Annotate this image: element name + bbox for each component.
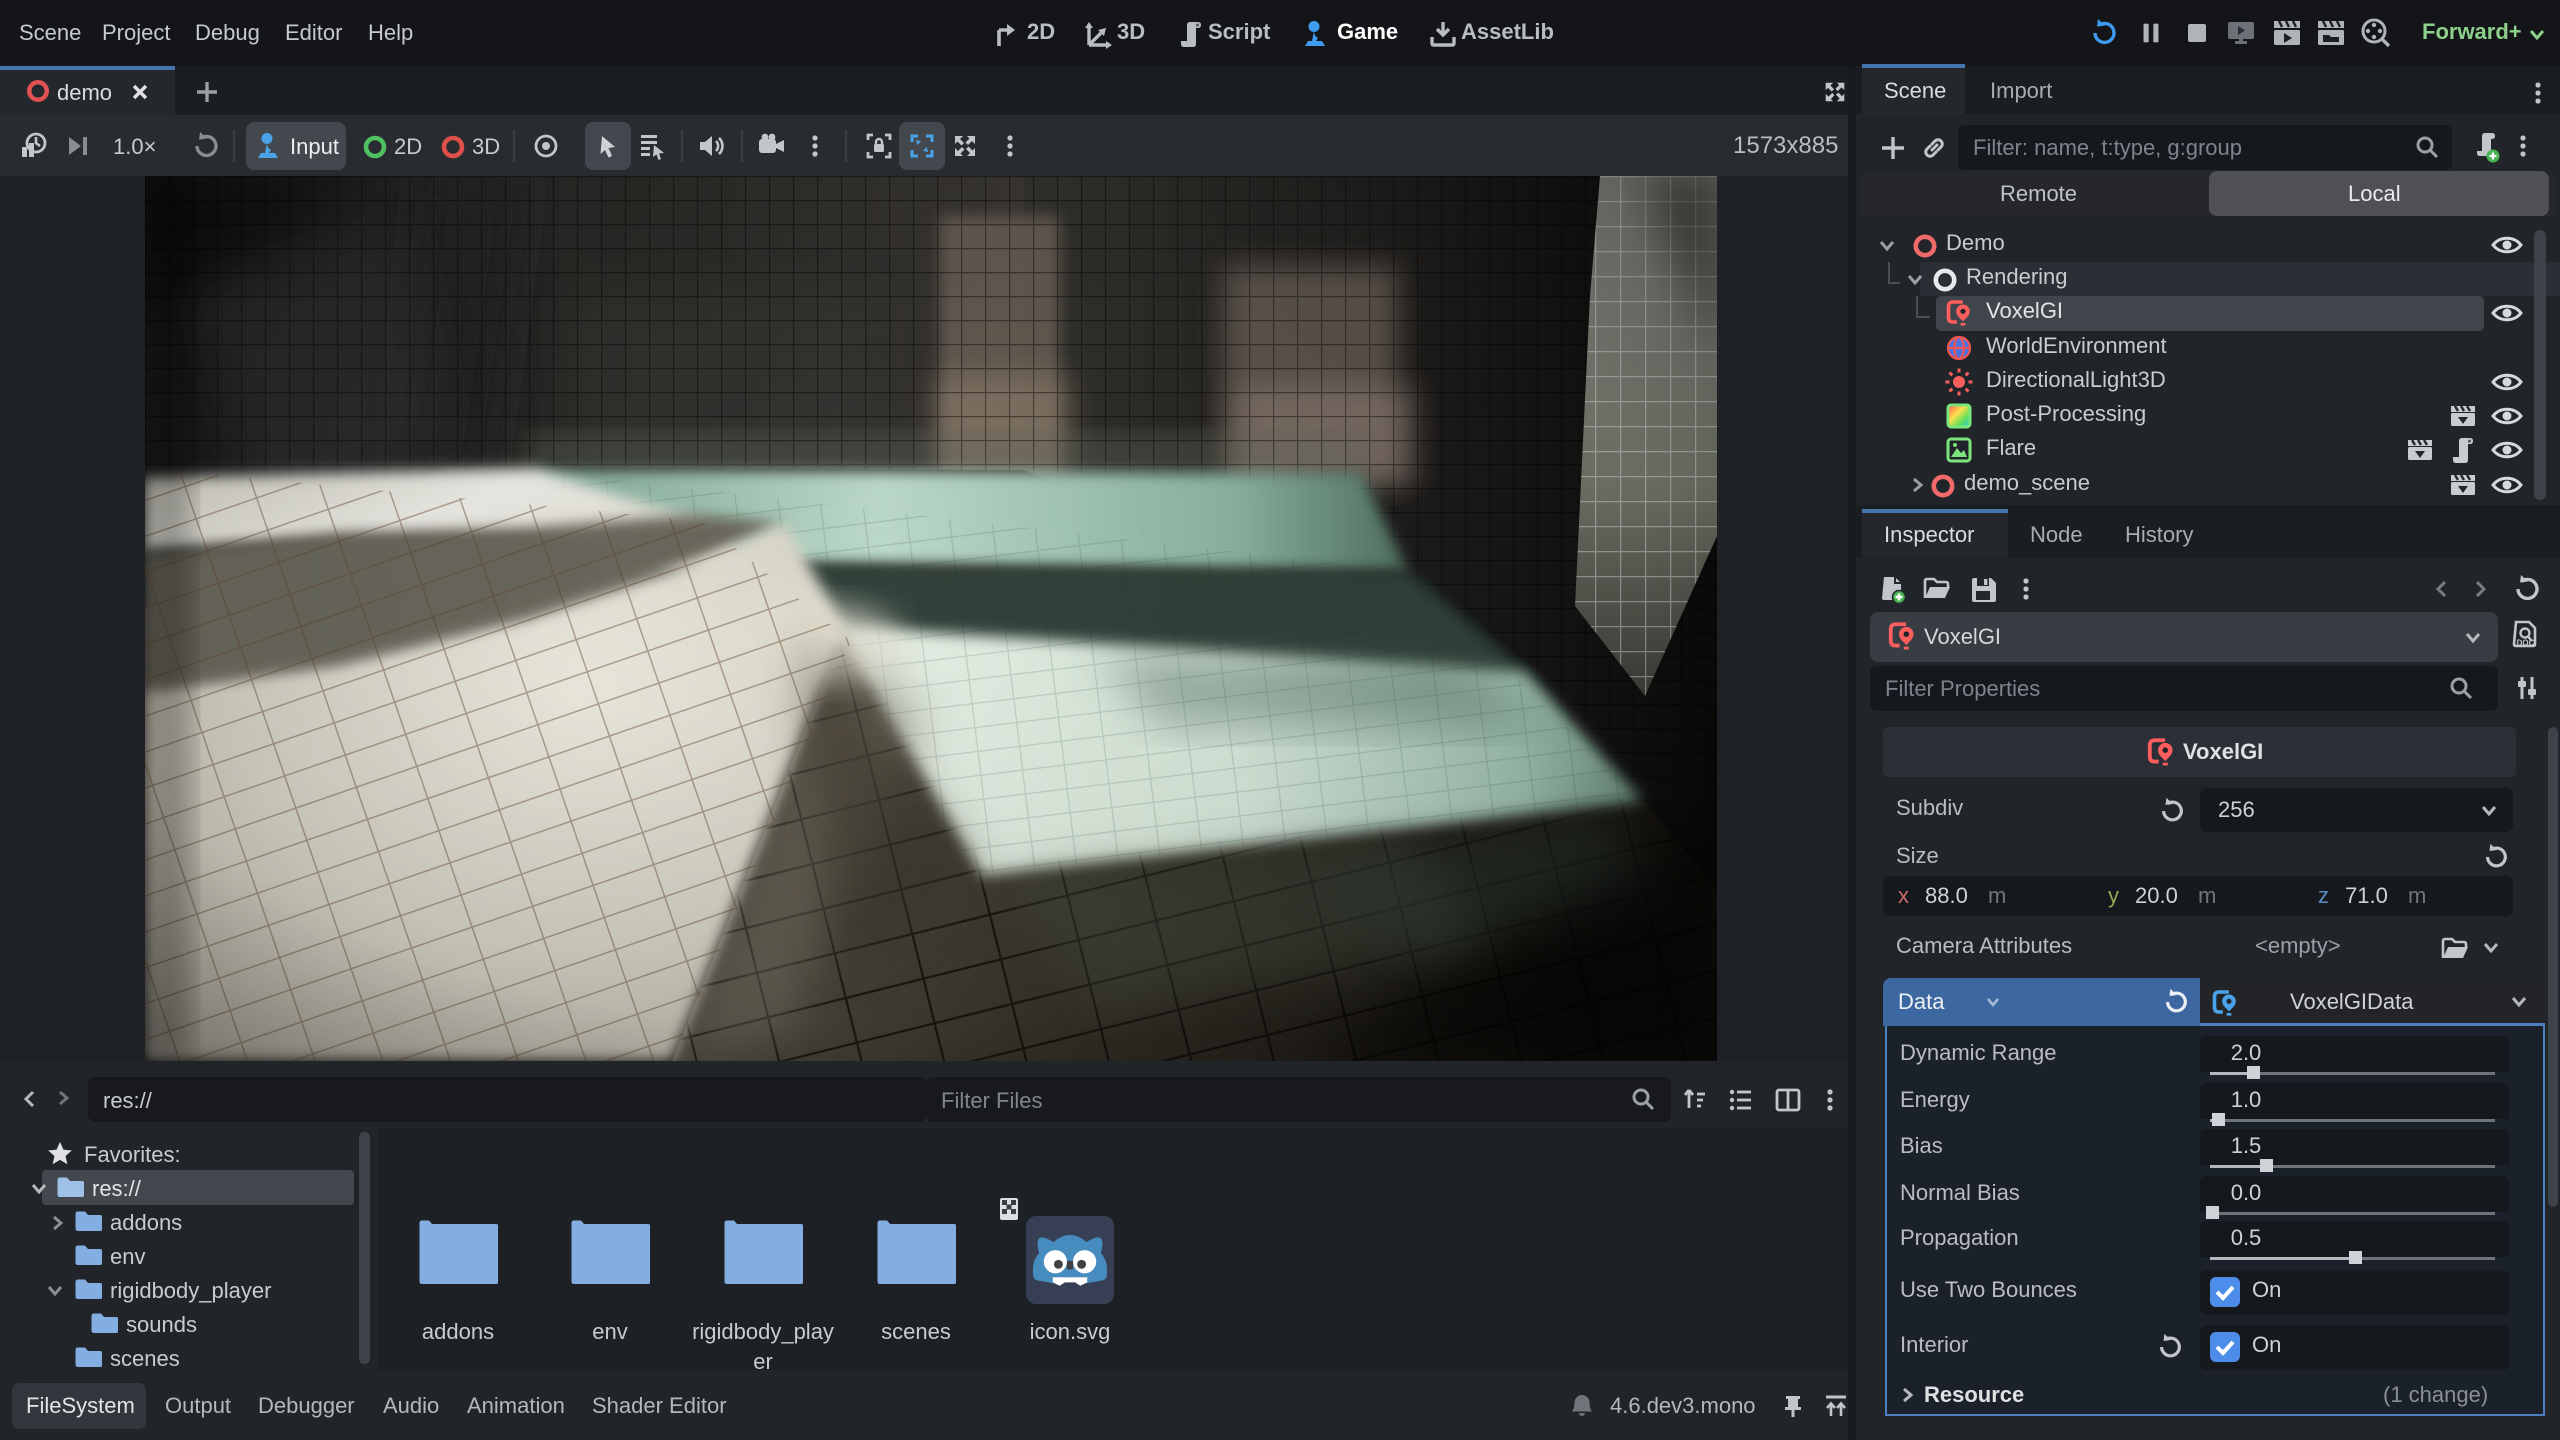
svg-text:DOC: DOC [2517,639,2535,648]
